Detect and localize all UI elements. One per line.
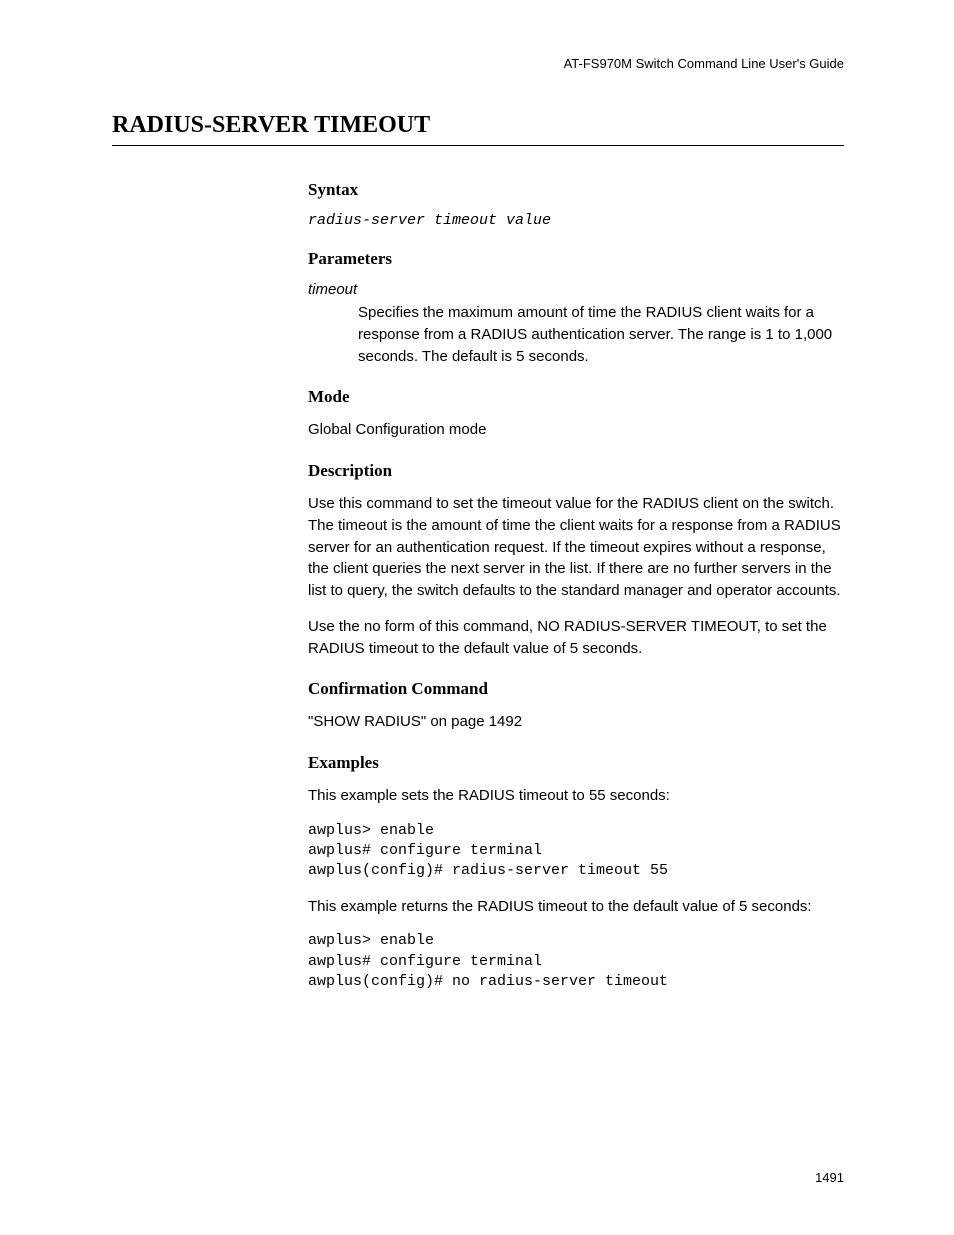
example-intro-2: This example returns the RADIUS timeout … [308,896,844,918]
document-header: AT-FS970M Switch Command Line User's Gui… [564,56,844,71]
example-code-2: awplus> enable awplus# configure termina… [308,931,844,992]
content-area: Syntax radius-server timeout value Param… [308,180,844,1006]
page-number: 1491 [815,1170,844,1185]
description-heading: Description [308,461,844,481]
confirmation-heading: Confirmation Command [308,679,844,699]
description-para1: Use this command to set the timeout valu… [308,493,844,602]
example-code-1: awplus> enable awplus# configure termina… [308,821,844,882]
examples-heading: Examples [308,753,844,773]
mode-heading: Mode [308,387,844,407]
parameter-name: timeout [308,281,844,298]
example-intro-1: This example sets the RADIUS timeout to … [308,785,844,807]
mode-text: Global Configuration mode [308,419,844,441]
description-para2: Use the no form of this command, NO RADI… [308,616,844,660]
syntax-heading: Syntax [308,180,844,200]
confirmation-text: "SHOW RADIUS" on page 1492 [308,711,844,733]
syntax-text: radius-server timeout value [308,212,844,229]
page-title: RADIUS-SERVER TIMEOUT [112,112,844,146]
parameter-description: Specifies the maximum amount of time the… [358,302,844,367]
parameters-heading: Parameters [308,249,844,269]
